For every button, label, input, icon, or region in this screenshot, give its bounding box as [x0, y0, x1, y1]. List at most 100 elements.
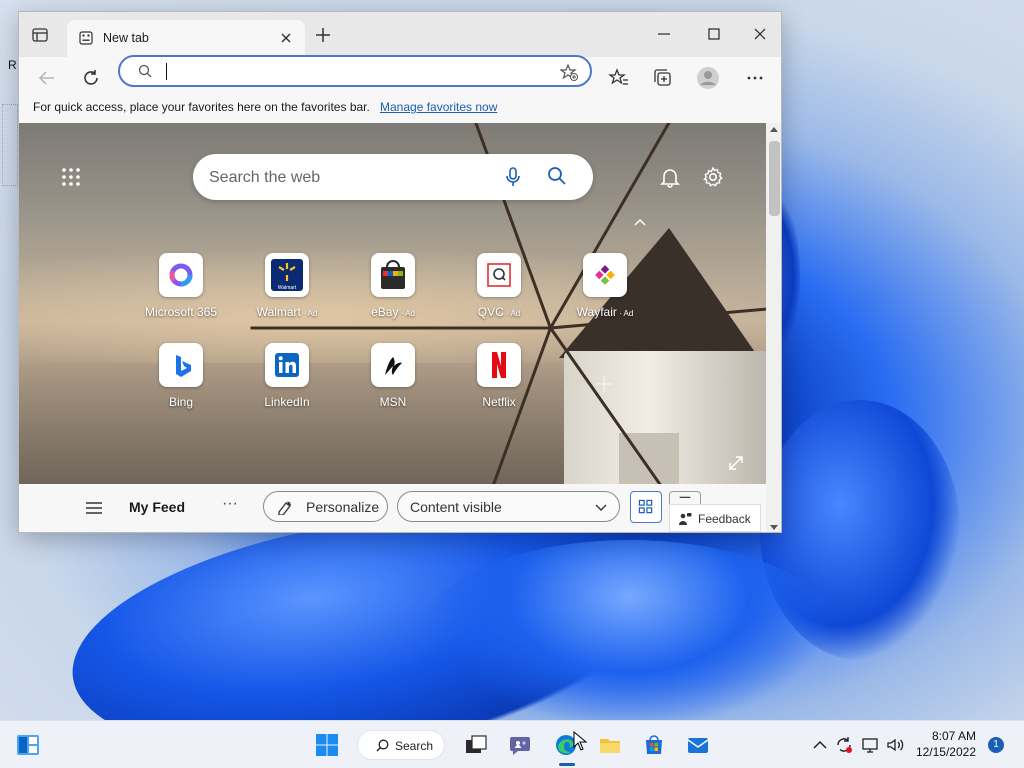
- minimize-icon[interactable]: [652, 22, 676, 46]
- quick-link-label: MSN: [379, 395, 407, 409]
- add-shortcut-plus-icon[interactable]: [593, 373, 615, 395]
- maximize-icon[interactable]: [702, 22, 726, 46]
- expand-fullscreen-icon[interactable]: [727, 454, 745, 472]
- quick-link-microsoft-365[interactable]: Microsoft 365: [126, 253, 236, 319]
- scroll-down-arrow-icon[interactable]: [770, 525, 778, 530]
- new-tab-page: Search the web Microsoft 365 Walmart Wal…: [19, 123, 766, 484]
- quick-link-netflix[interactable]: Netflix: [444, 343, 554, 409]
- widgets-icon[interactable]: [16, 733, 40, 757]
- web-search-placeholder: Search the web: [209, 169, 321, 186]
- search-icon: [376, 739, 389, 752]
- taskbar-search-button[interactable]: Search: [357, 730, 445, 760]
- wayfair-icon: [583, 253, 627, 297]
- clock-date: 12/15/2022: [915, 745, 976, 759]
- microphone-icon[interactable]: [503, 166, 523, 188]
- msn-icon: [371, 343, 415, 387]
- bing-icon: [159, 343, 203, 387]
- scroll-up-arrow-icon[interactable]: [770, 127, 778, 132]
- new-tab-favicon-icon: [79, 31, 93, 45]
- favorites-icon[interactable]: [606, 65, 632, 91]
- microsoft-365-icon: [159, 253, 203, 297]
- quick-link-label: Walmart · Ad: [256, 305, 318, 319]
- app-launcher-icon[interactable]: [61, 167, 81, 187]
- text-caret: [166, 63, 167, 80]
- back-arrow-icon[interactable]: [34, 65, 60, 91]
- teams-chat-icon[interactable]: [509, 733, 533, 757]
- desktop-icon-label: R: [8, 58, 17, 72]
- grid-layout-icon: [638, 499, 653, 514]
- taskbar-search-label: Search: [395, 739, 434, 753]
- mail-icon[interactable]: [686, 733, 710, 757]
- quick-link-wayfair[interactable]: Wayfair · Ad: [550, 253, 660, 319]
- task-view-icon[interactable]: [464, 733, 488, 757]
- sync-status-icon[interactable]: [834, 735, 854, 755]
- my-feed-tab[interactable]: My Feed: [129, 499, 185, 515]
- quick-link-label: Netflix: [482, 395, 516, 409]
- chevron-down-icon: [595, 504, 607, 511]
- microsoft-store-icon[interactable]: [642, 733, 666, 757]
- close-window-icon[interactable]: [748, 22, 772, 46]
- more-options-icon[interactable]: [742, 65, 768, 91]
- personalize-icon: [278, 501, 292, 515]
- quick-link-msn[interactable]: MSN: [338, 343, 448, 409]
- grid-layout-button[interactable]: [630, 491, 662, 523]
- add-favorite-icon[interactable]: [560, 63, 578, 81]
- netflix-icon: [477, 343, 521, 387]
- feed-more-button[interactable]: ···: [222, 495, 238, 513]
- collections-icon[interactable]: [650, 65, 676, 91]
- browser-window: New tab For quick access, place your fav…: [18, 11, 782, 533]
- notification-count-badge[interactable]: 1: [988, 737, 1004, 753]
- quick-link-walmart[interactable]: Walmart Walmart · Ad: [232, 253, 342, 319]
- quick-link-label: Bing: [168, 395, 194, 409]
- active-app-indicator: [559, 763, 575, 766]
- network-icon[interactable]: [861, 735, 881, 755]
- scrollbar-thumb[interactable]: [769, 141, 780, 216]
- desktop-icon-selection[interactable]: [2, 104, 18, 186]
- system-clock[interactable]: 8:07 AM 12/15/2022: [908, 728, 976, 760]
- clock-time: 8:07 AM: [931, 729, 976, 743]
- quick-link-label: LinkedIn: [264, 395, 310, 409]
- content-visibility-dropdown[interactable]: Content visible: [397, 491, 620, 522]
- ebay-icon: [371, 253, 415, 297]
- personalize-label: Personalize: [306, 499, 380, 515]
- feedback-person-icon: [679, 513, 692, 525]
- tab-title: New tab: [103, 31, 149, 45]
- linkedin-icon: [265, 343, 309, 387]
- start-windows-icon[interactable]: [315, 733, 339, 757]
- quick-link-bing[interactable]: Bing: [126, 343, 236, 409]
- notifications-bell-icon[interactable]: [659, 166, 681, 188]
- feed-toolbar: My Feed ··· Personalize Content visible …: [19, 484, 766, 532]
- taskbar: Search 8:07 AM 12/15/2022 1: [0, 720, 1024, 768]
- search-submit-icon[interactable]: [547, 166, 567, 186]
- address-bar[interactable]: [118, 55, 592, 87]
- refresh-icon[interactable]: [78, 65, 104, 91]
- show-hidden-icons-chevron-up-icon[interactable]: [810, 735, 830, 755]
- quick-link-qvc[interactable]: QVC · Ad: [444, 253, 554, 319]
- close-tab-icon[interactable]: [277, 29, 295, 47]
- svg-text:Walmart: Walmart: [278, 285, 297, 291]
- search-icon: [138, 64, 152, 78]
- menu-hamburger-icon[interactable]: [85, 500, 103, 516]
- quick-link-label: Wayfair · Ad: [576, 305, 634, 319]
- personalize-button[interactable]: Personalize: [263, 491, 388, 522]
- file-explorer-icon[interactable]: [598, 733, 622, 757]
- feedback-button[interactable]: Feedback: [669, 504, 761, 532]
- quick-link-linkedin[interactable]: LinkedIn: [232, 343, 342, 409]
- wallpaper-swirl: [420, 540, 840, 730]
- tab-actions-icon[interactable]: [31, 26, 49, 44]
- collapse-chevron-icon[interactable]: [633, 215, 647, 229]
- settings-gear-icon[interactable]: [702, 166, 724, 188]
- quick-link-label: eBay · Ad: [371, 305, 415, 319]
- new-tab-plus-icon[interactable]: [313, 25, 333, 45]
- mouse-cursor-icon: [573, 731, 587, 751]
- content-visibility-value: Content visible: [410, 499, 502, 515]
- vertical-scrollbar[interactable]: [766, 123, 781, 532]
- walmart-icon: Walmart: [265, 253, 309, 297]
- quick-link-ebay[interactable]: eBay · Ad: [338, 253, 448, 319]
- web-search-box[interactable]: Search the web: [193, 154, 593, 200]
- profile-avatar-icon[interactable]: [695, 65, 721, 91]
- quick-link-label: Microsoft 365: [144, 305, 218, 319]
- volume-speaker-icon[interactable]: [885, 735, 905, 755]
- tab-new-tab[interactable]: New tab: [67, 20, 305, 57]
- manage-favorites-link[interactable]: Manage favorites now: [380, 100, 497, 114]
